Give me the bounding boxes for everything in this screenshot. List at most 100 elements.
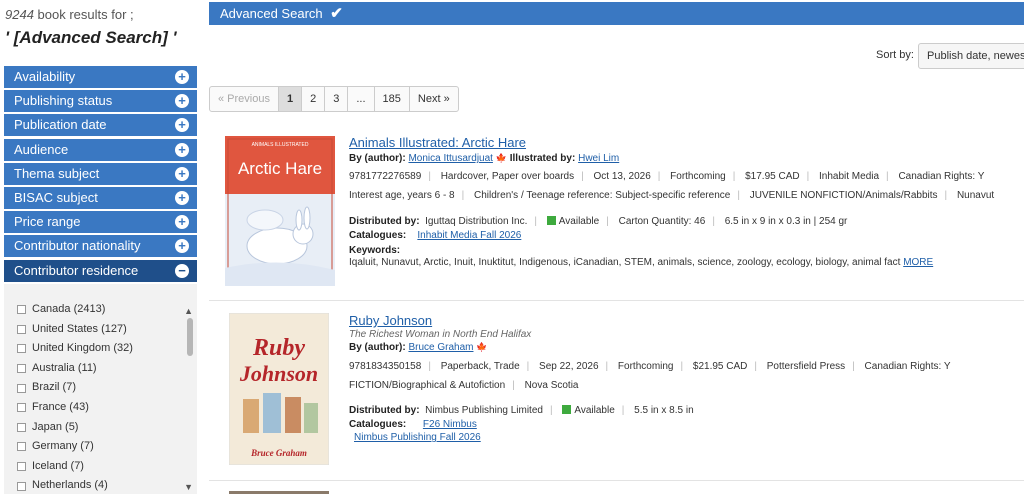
residence-option[interactable]: Japan (5) xyxy=(4,418,197,438)
facet-label: Publication date xyxy=(14,117,107,133)
residence-option[interactable]: Canada (2413) xyxy=(4,300,197,320)
residence-option[interactable]: Germany (7) xyxy=(4,437,197,457)
checkbox-icon[interactable] xyxy=(17,344,26,354)
checkbox-icon[interactable] xyxy=(17,442,26,452)
residence-option[interactable]: United States (127) xyxy=(4,320,197,340)
author-label: By (author): xyxy=(349,153,406,164)
minus-icon: − xyxy=(175,263,189,278)
plus-icon: + xyxy=(175,215,189,230)
facet-bisac-subject[interactable]: BISAC subject + xyxy=(4,186,197,209)
available-icon xyxy=(562,405,572,414)
cover-title: Arctic Hare xyxy=(238,159,322,178)
facet-audience[interactable]: Audience + xyxy=(4,138,197,161)
author-link[interactable]: Bruce Graham xyxy=(408,342,473,353)
author-link[interactable]: Monica Ittusardjuat xyxy=(408,153,493,164)
residence-option-label: Germany (7) xyxy=(32,440,94,453)
catalogues-line-2: Nimbus Publishing Fall 2026 xyxy=(354,432,481,443)
checkbox-icon[interactable] xyxy=(17,383,26,393)
scroll-up-icon[interactable]: ▲ xyxy=(184,306,193,316)
pagination-page-2[interactable]: 2 xyxy=(302,87,326,111)
illustrator-label: Illustrated by: xyxy=(509,153,576,164)
dimensions: 6.5 in x 9 in x 0.3 in | 254 gr xyxy=(724,216,848,227)
result-count: 9244 book results for ; xyxy=(5,7,134,22)
checkbox-icon[interactable] xyxy=(17,305,26,315)
checkbox-icon[interactable] xyxy=(17,403,26,413)
scrollbar-thumb[interactable] xyxy=(187,318,193,356)
distribution-line: Distributed by: Nimbus Publishing Limite… xyxy=(349,405,694,416)
cover-title-2: Johnson xyxy=(239,361,318,386)
distributor: Iguttaq Distribution Inc. xyxy=(425,216,528,227)
checkbox-icon[interactable] xyxy=(17,422,26,432)
residence-option-label: Iceland (7) xyxy=(32,459,84,472)
pagination-page-1[interactable]: 1 xyxy=(278,87,303,111)
availability: Available xyxy=(574,405,615,416)
residence-option[interactable]: France (43) xyxy=(4,398,197,418)
facet-publishing-status[interactable]: Publishing status + xyxy=(4,90,197,113)
region: Nova Scotia xyxy=(524,380,579,391)
result-subtitle: The Richest Woman in North End Halifax xyxy=(349,329,532,340)
book-cover-arctic-hare[interactable]: ANIMALS ILLUSTRATED Arctic Hare xyxy=(225,136,335,286)
keywords-label-text: Keywords: xyxy=(349,245,401,256)
maple-leaf-icon: 🍁 xyxy=(495,153,507,163)
book-cover-ruby-johnson[interactable]: Ruby Johnson Bruce Graham xyxy=(229,313,329,465)
residence-option-label: Netherlands (4) xyxy=(32,479,108,492)
residence-option-label: Canada (2413) xyxy=(32,303,106,315)
result-item xyxy=(209,480,1024,494)
cover-series: ANIMALS ILLUSTRATED xyxy=(252,142,309,148)
scroll-down-icon[interactable]: ▼ xyxy=(184,482,193,492)
facet-availability[interactable]: Availability + xyxy=(4,66,197,88)
checkbox-icon[interactable] xyxy=(17,481,26,491)
format: Paperback, Trade xyxy=(440,361,520,372)
facet-contributor-residence[interactable]: Contributor residence − xyxy=(4,259,197,282)
product-meta-line: 9781834350158 | Paperback, Trade | Sep 22,… xyxy=(349,361,951,372)
facet-panel: Availability + Publishing status + Publica… xyxy=(4,66,197,284)
product-meta-line: 9781772276589 | Hardcover, Paper over boa… xyxy=(349,171,985,182)
checkbox-icon[interactable] xyxy=(17,462,26,472)
residence-option[interactable]: Australia (11) xyxy=(4,359,197,379)
pagination-page-185[interactable]: 185 xyxy=(375,87,410,111)
facet-thema-subject[interactable]: Thema subject + xyxy=(4,162,197,185)
checkbox-icon[interactable] xyxy=(17,324,26,334)
result-count-number: 9244 xyxy=(5,7,34,22)
thema-subject: Children's / Teenage reference: Subject-… xyxy=(474,190,731,201)
illustrator-link[interactable]: Hwei Lim xyxy=(578,153,619,164)
residence-option[interactable]: Netherlands (4) xyxy=(4,476,197,494)
contributors-line: By (author): Bruce Graham 🍁 xyxy=(349,342,487,353)
format: Hardcover, Paper over boards xyxy=(440,171,575,182)
facet-contributor-nationality[interactable]: Contributor nationality + xyxy=(4,235,197,258)
plus-icon: + xyxy=(175,94,189,109)
status: Forthcoming xyxy=(670,171,726,182)
contributors-line: By (author): Monica Ittusardjuat 🍁 Illus… xyxy=(349,153,619,164)
residence-option-label: France (43) xyxy=(32,400,89,413)
residence-option[interactable]: Iceland (7) xyxy=(4,457,197,477)
cover-title-1: Ruby xyxy=(252,335,305,361)
catalogues-label: Catalogues: xyxy=(349,419,407,430)
residence-option[interactable]: United Kingdom (32) xyxy=(4,339,197,359)
sort-select[interactable]: Publish date, newest to oldest xyxy=(918,43,1024,69)
residence-option-label: Brazil (7) xyxy=(32,381,77,394)
facet-price-range[interactable]: Price range + xyxy=(4,211,197,234)
region: Nunavut xyxy=(956,190,995,201)
advanced-search-bar[interactable]: Advanced Search ✔ xyxy=(209,2,1024,25)
pagination-next[interactable]: Next » xyxy=(410,87,458,111)
more-link[interactable]: MORE xyxy=(903,257,933,268)
result-title[interactable]: Animals Illustrated: Arctic Hare xyxy=(349,135,526,150)
interest-age: Interest age, years 6 - 8 xyxy=(349,190,455,201)
residence-option[interactable]: Brazil (7) xyxy=(4,378,197,398)
checkbox-icon[interactable] xyxy=(17,364,26,374)
facet-publication-date[interactable]: Publication date + xyxy=(4,114,197,137)
pub-date: Oct 13, 2026 xyxy=(593,171,651,182)
catalogue-link[interactable]: F26 Nimbus xyxy=(423,419,477,430)
result-item: Ruby Johnson Bruce Graham Ruby Johnson T… xyxy=(209,300,1024,480)
search-query: ' [Advanced Search] ' xyxy=(5,28,177,47)
facet-label: Thema subject xyxy=(14,165,100,181)
checkmark-icon: ✔ xyxy=(330,5,343,22)
facet-label: Publishing status xyxy=(14,93,113,109)
distribution-line: Distributed by: Iguttaq Distribution Inc… xyxy=(349,216,848,227)
catalogue-link[interactable]: Inhabit Media Fall 2026 xyxy=(417,230,521,241)
result-title[interactable]: Ruby Johnson xyxy=(349,313,432,328)
catalogue-link[interactable]: Nimbus Publishing Fall 2026 xyxy=(354,432,481,443)
available-icon xyxy=(546,216,556,225)
pagination-page-3[interactable]: 3 xyxy=(325,87,349,111)
bisac-subject: FICTION/Biographical & Autofiction xyxy=(349,380,506,391)
